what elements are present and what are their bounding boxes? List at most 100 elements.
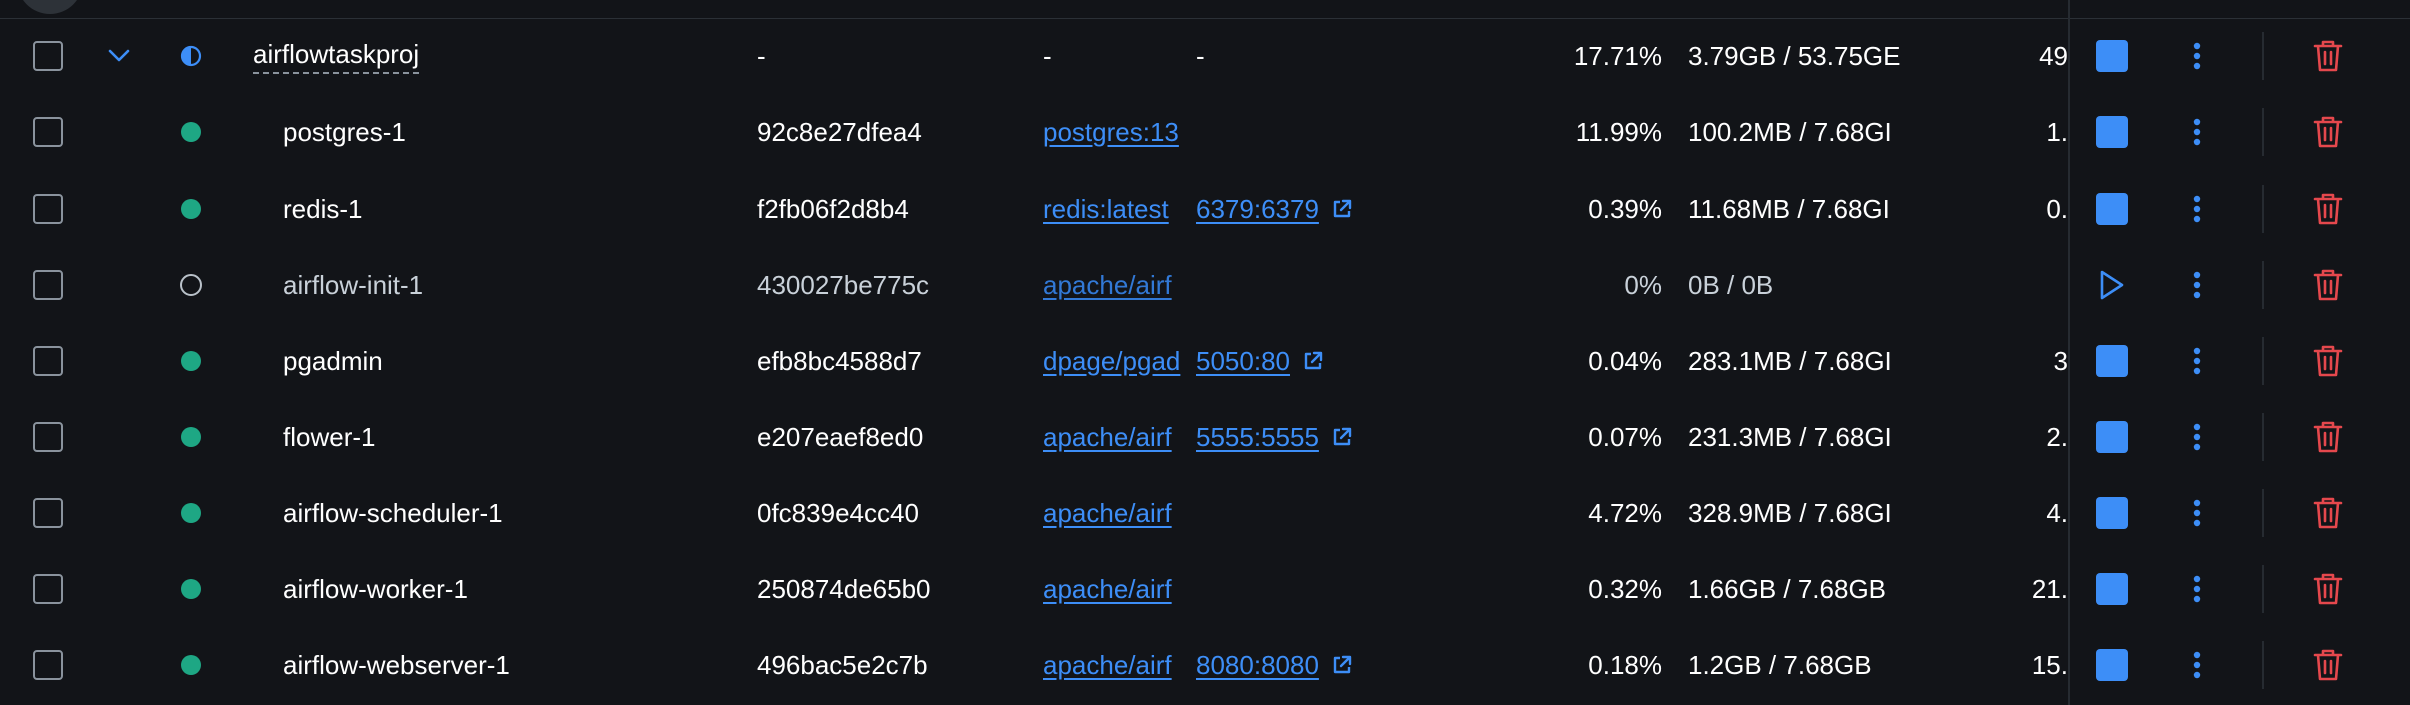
row-checkbox[interactable] xyxy=(33,627,63,703)
net-value: 21. xyxy=(2031,573,2068,604)
status-circle-outline-icon xyxy=(176,247,206,323)
container-row[interactable]: pgadmin efb8bc4588d7 dpage/pgad 5050:80 … xyxy=(0,323,2410,399)
row-checkbox[interactable] xyxy=(33,247,63,323)
status-dot-icon xyxy=(176,551,206,627)
image-link[interactable]: apache/airf xyxy=(1043,627,1181,703)
row-checkbox[interactable] xyxy=(33,171,63,247)
kebab-menu-icon[interactable] xyxy=(2182,475,2212,551)
container-name[interactable]: redis-1 xyxy=(283,171,733,247)
project-net: 49 xyxy=(2039,40,2068,71)
trash-icon[interactable] xyxy=(2308,323,2348,399)
trash-icon[interactable] xyxy=(2308,475,2348,551)
container-id: f2fb06f2d8b4 xyxy=(757,193,909,224)
action-divider xyxy=(2262,32,2264,80)
memory-value: 0B / 0B xyxy=(1688,269,1774,300)
container-name[interactable]: pgadmin xyxy=(283,323,733,399)
project-image: - xyxy=(1043,40,1052,71)
status-dot-icon xyxy=(176,171,206,247)
kebab-menu-icon[interactable] xyxy=(2182,171,2212,247)
kebab-menu-icon[interactable] xyxy=(2182,551,2212,627)
net-value: 3 xyxy=(2053,345,2068,376)
status-dot-icon xyxy=(176,94,206,170)
cpu-value: 11.99% xyxy=(1575,116,1662,147)
project-checkbox[interactable] xyxy=(33,18,63,94)
project-name[interactable]: airflowtaskproj xyxy=(253,18,703,94)
row-checkbox[interactable] xyxy=(33,94,63,170)
net-value: 1. xyxy=(2046,116,2068,147)
image-link[interactable]: apache/airf xyxy=(1043,475,1181,551)
stop-icon xyxy=(2096,345,2128,377)
cpu-value: 0.07% xyxy=(1588,421,1662,452)
kebab-menu-icon[interactable] xyxy=(2182,323,2212,399)
stop-icon xyxy=(2096,649,2128,681)
image-link[interactable]: apache/airf xyxy=(1043,551,1181,627)
kebab-menu-icon[interactable] xyxy=(2182,94,2212,170)
container-name[interactable]: flower-1 xyxy=(283,399,733,475)
container-id: 430027be775c xyxy=(757,269,930,300)
container-row[interactable]: airflow-webserver-1 496bac5e2c7b apache/… xyxy=(0,627,2410,703)
cpu-value: 0% xyxy=(1624,269,1662,300)
row-checkbox[interactable] xyxy=(33,399,63,475)
container-name[interactable]: airflow-webserver-1 xyxy=(283,627,733,703)
stop-button[interactable] xyxy=(2092,323,2132,399)
memory-value: 231.3MB / 7.68GI xyxy=(1688,421,1892,452)
stop-icon xyxy=(2096,421,2128,453)
kebab-menu-icon[interactable] xyxy=(2182,18,2212,94)
kebab-menu-icon[interactable] xyxy=(2182,247,2212,323)
start-button[interactable] xyxy=(2092,247,2132,323)
container-row[interactable]: redis-1 f2fb06f2d8b4 redis:latest 6379:6… xyxy=(0,171,2410,247)
project-row[interactable]: airflowtaskproj - - - 17.71% 3.79GB / 53… xyxy=(0,18,2410,94)
stop-icon xyxy=(2096,193,2128,225)
image-link[interactable]: dpage/pgad xyxy=(1043,323,1181,399)
trash-icon[interactable] xyxy=(2308,399,2348,475)
memory-value: 1.66GB / 7.68GB xyxy=(1688,573,1887,604)
stop-button[interactable] xyxy=(2092,94,2132,170)
container-name[interactable]: postgres-1 xyxy=(283,94,733,170)
container-row[interactable]: airflow-init-1 430027be775c apache/airf … xyxy=(0,247,2410,323)
container-row[interactable]: postgres-1 92c8e27dfea4 postgres:13 11.9… xyxy=(0,94,2410,170)
net-value: 15. xyxy=(2031,649,2068,680)
action-divider xyxy=(2262,185,2264,233)
container-name[interactable]: airflow-scheduler-1 xyxy=(283,475,733,551)
row-checkbox[interactable] xyxy=(33,323,63,399)
stop-button[interactable] xyxy=(2092,399,2132,475)
image-link[interactable]: apache/airf xyxy=(1043,247,1181,323)
stop-button[interactable] xyxy=(2092,627,2132,703)
stop-icon xyxy=(2096,497,2128,529)
external-link-icon xyxy=(1331,198,1353,220)
trash-icon[interactable] xyxy=(2308,247,2348,323)
action-divider xyxy=(2262,261,2264,309)
memory-value: 1.2GB / 7.68GB xyxy=(1688,649,1872,680)
cpu-value: 0.18% xyxy=(1588,649,1662,680)
trash-icon[interactable] xyxy=(2308,94,2348,170)
container-name[interactable]: airflow-init-1 xyxy=(283,247,733,323)
cpu-value: 0.04% xyxy=(1588,345,1662,376)
status-dot-icon xyxy=(176,627,206,703)
project-memory: 3.79GB / 53.75GE xyxy=(1688,40,1901,71)
trash-icon[interactable] xyxy=(2308,627,2348,703)
action-divider xyxy=(2262,337,2264,385)
cpu-value: 0.32% xyxy=(1588,573,1662,604)
trash-icon[interactable] xyxy=(2308,171,2348,247)
kebab-menu-icon[interactable] xyxy=(2182,627,2212,703)
stop-button[interactable] xyxy=(2092,551,2132,627)
container-row[interactable]: airflow-scheduler-1 0fc839e4cc40 apache/… xyxy=(0,475,2410,551)
image-link[interactable]: postgres:13 xyxy=(1043,94,1181,170)
stop-button[interactable] xyxy=(2092,475,2132,551)
action-divider xyxy=(2262,413,2264,461)
stop-button[interactable] xyxy=(2092,171,2132,247)
chevron-down-icon[interactable] xyxy=(104,18,134,94)
image-link[interactable]: redis:latest xyxy=(1043,171,1181,247)
stop-button[interactable] xyxy=(2092,18,2132,94)
row-checkbox[interactable] xyxy=(33,475,63,551)
trash-icon[interactable] xyxy=(2308,18,2348,94)
container-row[interactable]: flower-1 e207eaef8ed0 apache/airf 5555:5… xyxy=(0,399,2410,475)
image-link[interactable]: apache/airf xyxy=(1043,399,1181,475)
container-name[interactable]: airflow-worker-1 xyxy=(283,551,733,627)
row-checkbox[interactable] xyxy=(33,551,63,627)
container-row[interactable]: airflow-worker-1 250874de65b0 apache/air… xyxy=(0,551,2410,627)
play-icon xyxy=(2100,270,2124,300)
external-link-icon xyxy=(1331,654,1353,676)
kebab-menu-icon[interactable] xyxy=(2182,399,2212,475)
trash-icon[interactable] xyxy=(2308,551,2348,627)
